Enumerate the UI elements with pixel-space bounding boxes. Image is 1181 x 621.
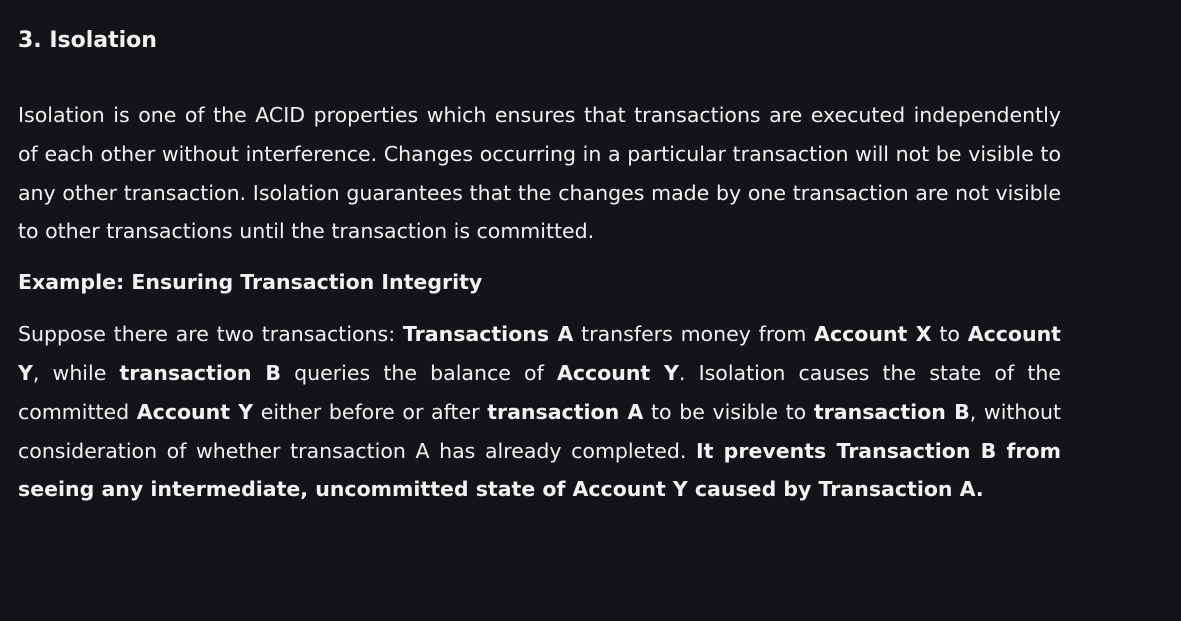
bold-term: transaction A: [487, 399, 644, 424]
bold-term: Account Y: [556, 360, 679, 385]
isolation-definition-paragraph: Isolation is one of the ACID properties …: [18, 103, 1061, 244]
text-span: transfers money from: [573, 322, 815, 347]
bold-term: Transactions A: [402, 322, 574, 347]
text-span: queries the balance of: [280, 360, 557, 385]
bold-term: transaction B: [813, 399, 970, 424]
text-span: either before or after: [253, 399, 488, 424]
text-span: to be visible to: [643, 399, 814, 424]
bold-term: Account Y: [136, 399, 254, 424]
bold-term: Account X: [814, 322, 932, 347]
example-paragraph: Suppose there are two transactions: Tran…: [18, 315, 1061, 509]
text-span: Suppose there are two transactions:: [18, 322, 403, 347]
text-span: , while: [32, 360, 120, 385]
bold-term: transaction B: [119, 360, 281, 385]
text-span: to: [931, 322, 968, 347]
section-heading: 3. Isolation: [18, 28, 157, 53]
example-heading: Example: Ensuring Transaction Integrity: [18, 270, 483, 295]
article-content: 3. Isolation Isolation is one of the ACI…: [0, 0, 1181, 621]
